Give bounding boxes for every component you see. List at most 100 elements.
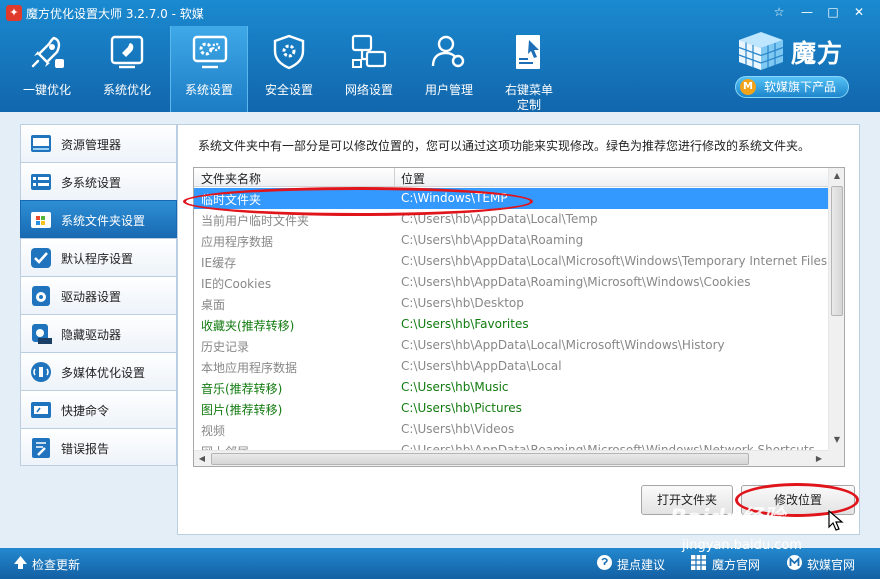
maximize-button[interactable]: □ [822,2,844,22]
tab-system-optimize[interactable]: 系统优化 [88,26,166,112]
mofang-site-link[interactable]: 魔方官网 [712,556,760,573]
sidebar-item-multimedia[interactable]: 多媒体优化设置 [20,352,177,390]
scrollbar-corner [828,450,844,466]
cube-logo-icon [738,32,784,70]
gear-monitor-icon [192,35,228,69]
toolbar-label: 系统优化 [102,83,151,97]
horizontal-scrollbar[interactable]: ◀ ▶ [194,450,828,466]
check-update-link[interactable]: 检查更新 [32,556,80,573]
sidebar-item-explorer[interactable]: 资源管理器 [20,124,177,162]
scroll-down-arrow-icon[interactable]: ▼ [829,432,844,448]
sidebar: 资源管理器 多系统设置 系统文件夹设置 默认程序设置 驱动器设置 隐藏驱动器 多… [20,124,177,535]
toolbar-label: 右键菜单 定制 [490,83,568,113]
vertical-scroll-thumb[interactable] [831,186,843,316]
main-panel: 系统文件夹中有一部分是可以修改位置的，您可以通过这项功能来实现修改。绿色为推荐您… [177,124,860,535]
table-row[interactable]: IE的Cookies C:\Users\hb\AppData\Roaming\Mi… [194,272,828,293]
windows-folder-icon [31,212,51,228]
sidebar-item-label: 默认程序设置 [61,252,134,266]
sidebar-item-label: 错误报告 [61,442,110,456]
checkmark-icon [31,248,51,268]
table-row[interactable]: 音乐(推荐转移) C:\Users\hb\Music [194,377,828,398]
toolbar-label-line2: 定制 [516,98,541,112]
brand-tagline-badge[interactable]: M 软媒旗下产品 [735,76,849,98]
status-bar: 检查更新 提点建议 魔方官网 软媒官网 [0,548,880,579]
sidebar-item-label: 系统文件夹设置 [61,214,146,228]
brand-tagline: 软媒旗下产品 [764,80,837,94]
sidebar-item-shortcut-commands[interactable]: 快捷命令 [20,390,177,428]
folder-location-cell: C:\Users\hb\Videos [401,422,515,436]
table-row[interactable]: 本地应用程序数据 C:\Users\hb\AppData\Local [194,356,828,377]
sidebar-item-system-folders[interactable]: 系统文件夹设置 [20,200,177,238]
hidden-drive-icon [32,324,52,344]
scroll-up-arrow-icon[interactable]: ▲ [829,168,844,184]
title-bar[interactable]: ✦ 魔方优化设置大师 3.2.7.0 - 软媒 ☆ — □ ✕ [0,0,880,26]
folder-location-cell: C:\Users\hb\AppData\Local\Microsoft\Wind… [401,338,725,352]
toolbar-label: 系统设置 [184,83,233,97]
explorer-icon [31,135,51,152]
folder-name-cell: 历史记录 [201,340,250,354]
multimedia-icon [31,362,51,382]
folder-name-cell: 本地应用程序数据 [201,361,298,375]
minimize-button[interactable]: — [796,2,818,22]
folder-location-cell: C:\Users\hb\AppData\Roaming\Microsoft\Wi… [401,275,751,289]
skin-icon[interactable]: ☆ [768,2,790,22]
system-folder-list[interactable]: 文件夹名称 位置 临时文件夹 C:\Windows\TEMP 当前用户临时文件夹 C:… [193,167,845,467]
table-row[interactable]: 应用程序数据 C:\Users\hb\AppData\Roaming [194,230,828,251]
table-row[interactable]: 桌面 C:\Users\hb\Desktop [194,293,828,314]
folder-location-cell: C:\Users\hb\Desktop [401,296,524,310]
check-update-icon [14,556,27,569]
folder-location-cell: C:\Windows\TEMP [401,191,508,205]
sidebar-item-label: 快捷命令 [61,404,110,418]
column-header-folder-name[interactable]: 文件夹名称 [201,170,261,187]
folder-location-cell: C:\Users\hb\Pictures [401,401,522,415]
app-window: ✦ 魔方优化设置大师 3.2.7.0 - 软媒 ☆ — □ ✕ 一键优化 系统优… [0,0,880,579]
tab-one-click-optimize[interactable]: 一键优化 [8,26,86,112]
tab-user-management[interactable]: 用户管理 [410,26,488,112]
open-folder-button[interactable]: 打开文件夹 [641,485,733,515]
tab-context-menu[interactable]: 右键菜单 定制 [490,26,568,112]
feedback-link[interactable]: 提点建议 [617,556,665,573]
sidebar-item-hidden-drives[interactable]: 隐藏驱动器 [20,314,177,352]
mouse-cursor-icon [828,510,844,531]
tab-system-settings[interactable]: 系统设置 [170,26,248,112]
ruanmei-m-icon: M [740,79,756,95]
folder-name-cell: 图片(推荐转移) [201,403,283,417]
folder-name-cell: 当前用户临时文件夹 [201,214,310,228]
window-title: 魔方优化设置大师 3.2.7.0 - 软媒 [26,7,204,21]
tab-security-settings[interactable]: 安全设置 [250,26,328,112]
error-report-icon [32,438,50,458]
mofang-site-icon [691,555,706,570]
table-row[interactable]: 历史记录 C:\Users\hb\AppData\Local\Microsoft\… [194,335,828,356]
tab-network-settings[interactable]: 网络设置 [330,26,408,112]
sidebar-item-default-programs[interactable]: 默认程序设置 [20,238,177,276]
table-row[interactable]: IE缓存 C:\Users\hb\AppData\Local\Microsoft\… [194,251,828,272]
shield-icon [273,34,305,70]
scroll-left-arrow-icon[interactable]: ◀ [194,451,210,466]
close-button[interactable]: ✕ [848,2,870,22]
toolbar-label: 用户管理 [424,83,473,97]
toolbar-label-line1: 右键菜单 [504,83,553,97]
ruanmei-site-link[interactable]: 软媒官网 [807,556,855,573]
sidebar-item-error-reports[interactable]: 错误报告 [20,428,177,466]
folder-location-cell: C:\Users\hb\AppData\Local\Microsoft\Wind… [401,254,828,268]
vertical-scrollbar[interactable]: ▲ ▼ [828,168,844,450]
folder-name-cell: 应用程序数据 [201,235,274,249]
folder-name-cell: 桌面 [201,298,226,312]
table-row[interactable]: 临时文件夹 C:\Windows\TEMP [194,188,828,209]
table-row[interactable]: 当前用户临时文件夹 C:\Users\hb\AppData\Local\Temp [194,209,828,230]
sidebar-item-label: 多系统设置 [61,176,122,190]
table-row[interactable]: 图片(推荐转移) C:\Users\hb\Pictures [194,398,828,419]
scroll-right-arrow-icon[interactable]: ▶ [811,451,827,466]
horizontal-scroll-thumb[interactable] [211,453,749,465]
sidebar-item-drive-settings[interactable]: 驱动器设置 [20,276,177,314]
column-header-location[interactable]: 位置 [401,170,425,187]
sidebar-item-multi-system[interactable]: 多系统设置 [20,162,177,200]
network-icon [351,34,387,68]
users-icon [431,35,465,68]
table-row[interactable]: 收藏夹(推荐转移) C:\Users\hb\Favorites [194,314,828,335]
folder-location-cell: C:\Users\hb\AppData\Local\Temp [401,212,598,226]
folder-location-cell: C:\Users\hb\Music [401,380,509,394]
feedback-icon [597,555,612,570]
column-divider[interactable] [394,168,395,187]
table-row[interactable]: 视频 C:\Users\hb\Videos [194,419,828,440]
